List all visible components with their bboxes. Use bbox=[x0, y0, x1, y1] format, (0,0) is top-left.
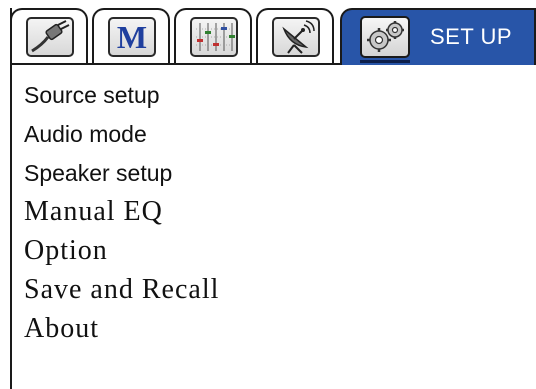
active-tab-underline bbox=[360, 60, 410, 63]
cable-plug-icon bbox=[26, 17, 74, 57]
menu-item-audio-mode[interactable]: Audio mode bbox=[24, 121, 147, 148]
tab-setup[interactable]: SET UP bbox=[340, 8, 536, 65]
satellite-dish-icon bbox=[272, 17, 320, 57]
tab-equalizer[interactable] bbox=[174, 8, 252, 64]
tab-m-mode[interactable]: M bbox=[92, 8, 170, 64]
tab-bar: M SET UP bbox=[10, 8, 536, 65]
tab-satellite[interactable] bbox=[256, 8, 334, 64]
menu-item-about[interactable]: About bbox=[24, 313, 99, 345]
tab-cable[interactable] bbox=[10, 8, 88, 64]
gears-icon bbox=[360, 16, 410, 58]
m-mode-glyph: M bbox=[116, 19, 148, 55]
m-mode-icon: M bbox=[108, 17, 156, 57]
tab-setup-label: SET UP bbox=[430, 24, 513, 49]
menu-item-option[interactable]: Option bbox=[24, 235, 108, 267]
equalizer-sliders-icon bbox=[190, 17, 238, 57]
menu-item-save-and-recall[interactable]: Save and Recall bbox=[24, 274, 219, 306]
menu-item-manual-eq[interactable]: Manual EQ bbox=[24, 196, 163, 228]
menu-item-speaker-setup[interactable]: Speaker setup bbox=[24, 160, 172, 187]
tab-bar-baseline bbox=[12, 63, 340, 65]
left-frame-line bbox=[10, 8, 12, 389]
menu-item-source-setup[interactable]: Source setup bbox=[24, 82, 160, 109]
